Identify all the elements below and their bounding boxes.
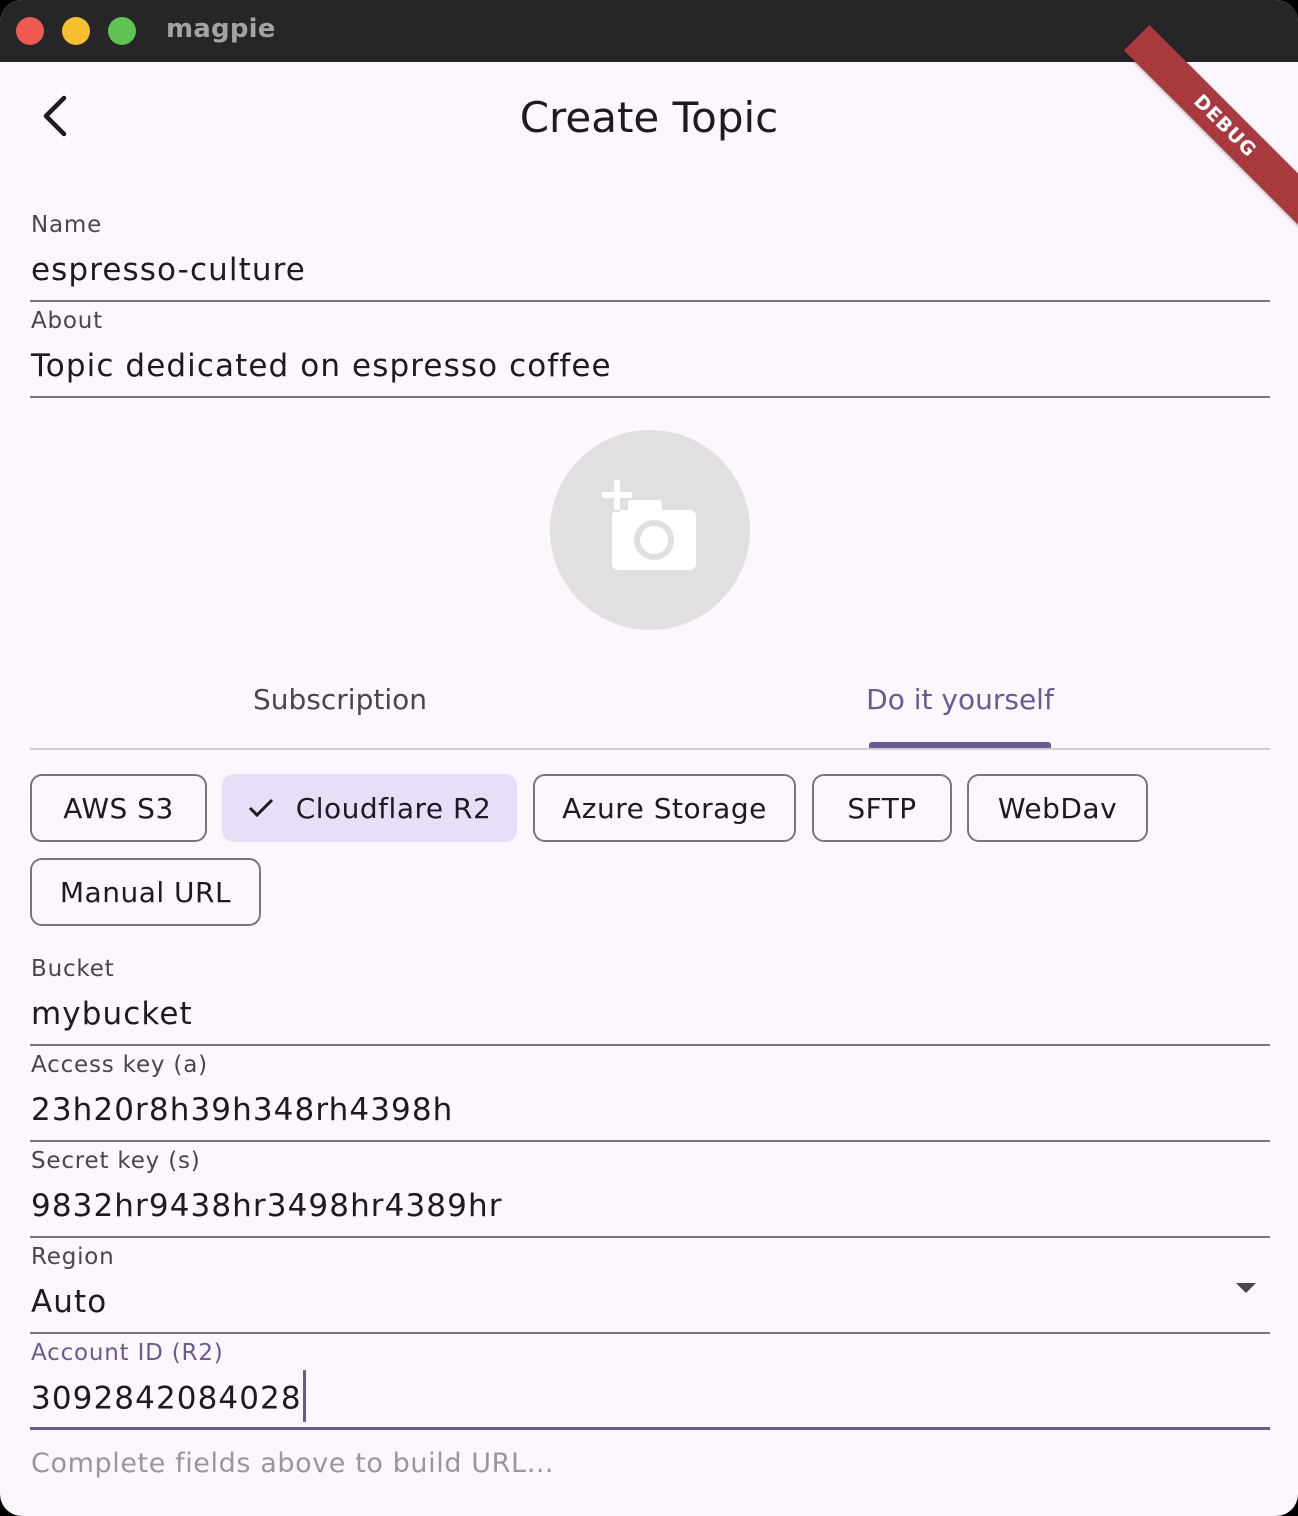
page-title: Create Topic [519,93,779,142]
region-label: Region [31,1244,115,1270]
check-icon [248,798,274,818]
chip-label: Azure Storage [562,791,767,825]
bucket-value[interactable]: mybucket [31,996,193,1032]
region-dropdown[interactable]: Region Auto [30,1244,1270,1334]
chip-azure-storage[interactable]: Azure Storage [533,774,796,842]
account-id-value: 3092842084028 [31,1380,302,1417]
url-build-hint: Complete fields above to build URL… [31,1448,555,1479]
title-bar: magpie [0,0,1298,62]
about-label: About [31,308,104,334]
chip-sftp[interactable]: SFTP [812,774,952,842]
topic-image-picker[interactable] [550,430,750,630]
chip-label: WebDav [997,791,1118,825]
tab-do-it-yourself[interactable]: Do it yourself [650,668,1270,748]
minimize-window-button[interactable] [62,17,90,45]
access-key-field[interactable]: Access key (a) 23h20r8h39h348rh4398h [30,1052,1270,1142]
chip-cloudflare-r2[interactable]: Cloudflare R2 [222,774,517,842]
chip-manual-url[interactable]: Manual URL [30,858,261,926]
name-value[interactable]: espresso-culture [31,252,306,288]
account-id-input[interactable]: 3092842084028 [31,1370,306,1422]
add-photo-icon [600,480,700,580]
secret-key-value[interactable]: 9832hr9438hr3498hr4389hr [31,1188,503,1224]
chip-webdav[interactable]: WebDav [967,774,1148,842]
about-field[interactable]: About Topic dedicated on espresso coffee [30,308,1270,398]
arrow-drop-down-icon[interactable] [1234,1280,1258,1299]
app-window: magpie DEBUG Create Topic Name espresso-… [0,0,1298,1516]
secret-key-label: Secret key (s) [31,1148,201,1174]
access-key-label: Access key (a) [31,1052,208,1078]
text-cursor [302,1370,306,1422]
region-value: Auto [31,1284,108,1320]
secret-key-field[interactable]: Secret key (s) 9832hr9438hr3498hr4389hr [30,1148,1270,1238]
account-id-label: Account ID (R2) [31,1340,224,1366]
chip-label: Manual URL [59,875,232,909]
chip-label: AWS S3 [63,791,174,825]
bucket-label: Bucket [31,956,115,982]
bucket-field[interactable]: Bucket mybucket [30,956,1270,1046]
chip-label: SFTP [847,791,917,825]
tab-indicator [869,742,1051,748]
source-tabs: Subscription Do it yourself [30,668,1270,750]
chip-label: Cloudflare R2 [295,791,492,825]
close-window-button[interactable] [16,17,44,45]
account-id-field[interactable]: Account ID (R2) 3092842084028 [30,1340,1270,1430]
about-value[interactable]: Topic dedicated on espresso coffee [31,348,612,384]
zoom-window-button[interactable] [108,17,136,45]
name-field[interactable]: Name espresso-culture [30,212,1270,302]
access-key-value[interactable]: 23h20r8h39h348rh4398h [31,1092,453,1128]
app-title: magpie [166,14,276,44]
chip-aws-s3[interactable]: AWS S3 [30,774,207,842]
name-label: Name [31,212,103,238]
tab-subscription[interactable]: Subscription [30,668,650,748]
